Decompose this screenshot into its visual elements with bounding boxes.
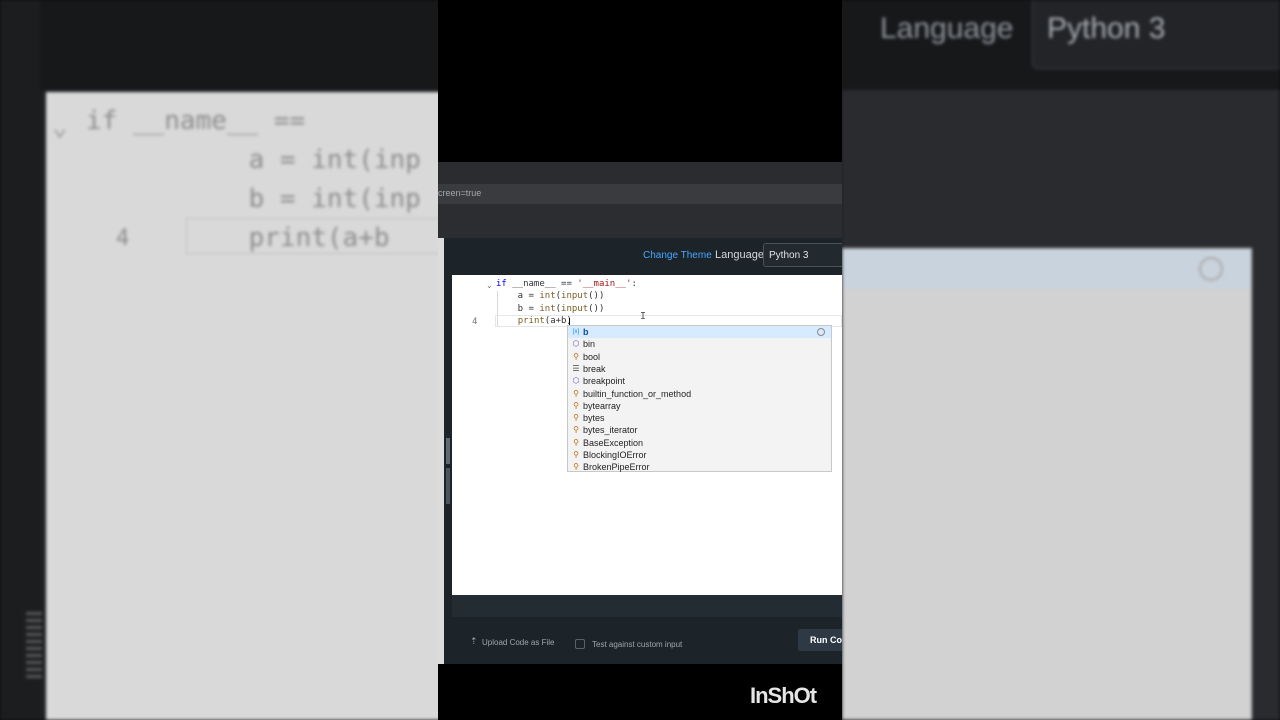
suggestion-label: BaseException	[583, 437, 644, 448]
suggestion-item[interactable]: ⚲ bytearray	[568, 400, 831, 412]
autocomplete-suggestion-list[interactable]: ⚲ BrokenPipeError ⚲ BlockingIOError ⚲ BaseExc…	[567, 325, 832, 472]
bg-current-line	[186, 218, 466, 254]
suggestion-label: breakpoint	[583, 376, 626, 387]
bg-code-line: if __name__ ==	[86, 106, 306, 136]
run-code-label: Run Co	[810, 635, 842, 645]
bg-code-line: a = int(inp	[186, 145, 421, 175]
code-editor[interactable]: ⌄ 4 if __name__ == '__main__': a = int(i…	[452, 275, 842, 595]
language-label: Language	[715, 249, 764, 261]
class-icon: ⚲	[573, 413, 579, 423]
code-token: int	[539, 291, 556, 302]
class-icon: ⚲	[573, 400, 579, 410]
suggestion-label: bytearray	[583, 400, 621, 411]
suggestion-label: b	[583, 327, 589, 337]
code-token: print	[517, 315, 545, 326]
resize-handle[interactable]	[446, 438, 450, 464]
fold-chevron-icon[interactable]: ⌄	[486, 281, 493, 290]
bg-suggestion-list	[842, 248, 1252, 720]
language-value: Python 3	[769, 250, 809, 261]
code-token: int	[539, 303, 556, 314]
code-token: __name__ ==	[506, 279, 578, 289]
code-token: ())	[588, 303, 605, 314]
custom-input-checkbox[interactable]	[575, 639, 585, 649]
class-icon: ⚲	[573, 462, 579, 472]
suggestion-item[interactable]: ☰ break	[568, 363, 831, 375]
suggestion-item[interactable]: ⬡ bin	[568, 338, 831, 350]
bg-editor: ⌄ if __name__ == a = int(inp b = int(inp…	[46, 92, 466, 720]
bg-language-select: Python 3	[1032, 0, 1280, 69]
suggestion-item[interactable]: ⚲ BaseException	[568, 437, 831, 449]
suggestion-item[interactable]: ⚲ BlockingIOError	[568, 449, 831, 461]
bg-drag-dots	[26, 612, 42, 682]
code-token: if	[496, 279, 507, 289]
url-text: creen=true	[438, 188, 482, 198]
bg-language-value: Python 3	[1047, 12, 1166, 45]
suggestion-label: BlockingIOError	[583, 450, 647, 460]
suggestion-label: BrokenPipeError	[583, 462, 650, 473]
variable-icon: [x]	[572, 329, 580, 335]
url-bar[interactable]: creen=true	[438, 184, 842, 204]
code-line: b = int(input())	[496, 303, 605, 314]
code-token: '__main__'	[577, 279, 632, 289]
suggestion-item[interactable]: ⬡ breakpoint	[568, 375, 831, 387]
info-icon[interactable]	[817, 328, 825, 336]
bg-line-number: 4	[116, 226, 130, 251]
run-code-button[interactable]: Run Co	[798, 629, 842, 651]
module-icon: ⬡	[572, 339, 580, 349]
upload-icon[interactable]: ⇡	[470, 636, 478, 647]
bg-fold-icon: ⌄	[52, 112, 68, 142]
keyword-icon: ☰	[572, 363, 580, 373]
code-token: :	[631, 279, 637, 289]
bg-suggestion-highlight	[843, 249, 1251, 289]
page-header-band	[438, 204, 842, 238]
ibeam-cursor-icon: I	[640, 311, 647, 322]
bg-language-label: Language	[880, 12, 1014, 45]
suggestion-label: bytes_iterator	[583, 425, 638, 436]
suggestion-label: break	[583, 363, 606, 374]
code-token: ())	[588, 291, 605, 302]
inshot-watermark: InShOt	[750, 683, 817, 708]
resize-handle-lower[interactable]	[446, 468, 450, 504]
editor-bottom-divider	[452, 595, 842, 617]
bg-code-line: b = int(inp	[186, 184, 421, 214]
line-number: 4	[472, 317, 478, 327]
code-line: print(a+b)	[496, 316, 572, 326]
suggestion-item[interactable]: ⚲ bytes	[568, 412, 831, 424]
suggestion-label: bin	[583, 339, 596, 350]
left-scroll-edge	[438, 238, 444, 664]
video-frame: creen=true Change Theme Language Python …	[438, 0, 842, 720]
code-line: if __name__ == '__main__':	[496, 279, 637, 289]
class-icon: ⚲	[573, 351, 579, 361]
code-ide-panel: Change Theme Language Python 3 ⌄ 4 if __…	[438, 238, 842, 664]
code-line: a = int(input())	[496, 291, 605, 302]
suggestion-item[interactable]: ⚲ BrokenPipeError	[568, 461, 831, 473]
suggestion-label: bool	[583, 351, 601, 362]
suggestion-label: builtin_function_or_method	[583, 388, 692, 399]
class-icon: ⚲	[573, 450, 579, 459]
module-icon: ⬡	[572, 376, 580, 386]
code-token: input	[561, 291, 589, 302]
suggestion-item[interactable]: ⚲ bytes_iterator	[568, 424, 831, 436]
class-icon: ⚲	[573, 437, 579, 447]
suggestion-label: bytes	[583, 413, 605, 424]
upload-code-link[interactable]: Upload Code as File	[482, 638, 554, 647]
suggestion-item[interactable]: [x] b	[568, 326, 831, 339]
suggestion-item[interactable]: ⚲ builtin_function_or_method	[568, 388, 831, 400]
browser-tab-bar	[438, 162, 842, 184]
code-token: b =	[496, 303, 540, 314]
code-token: a =	[496, 291, 540, 302]
language-select[interactable]: Python 3	[763, 243, 842, 267]
custom-input-label: Test against custom input	[592, 640, 683, 649]
class-icon: ⚲	[573, 425, 579, 435]
bg-info-icon	[1199, 257, 1223, 281]
change-theme-link[interactable]: Change Theme	[643, 250, 712, 261]
suggestion-item[interactable]: ⚲ bool	[568, 351, 831, 363]
class-icon: ⚲	[573, 388, 579, 398]
code-token: input	[561, 303, 589, 314]
